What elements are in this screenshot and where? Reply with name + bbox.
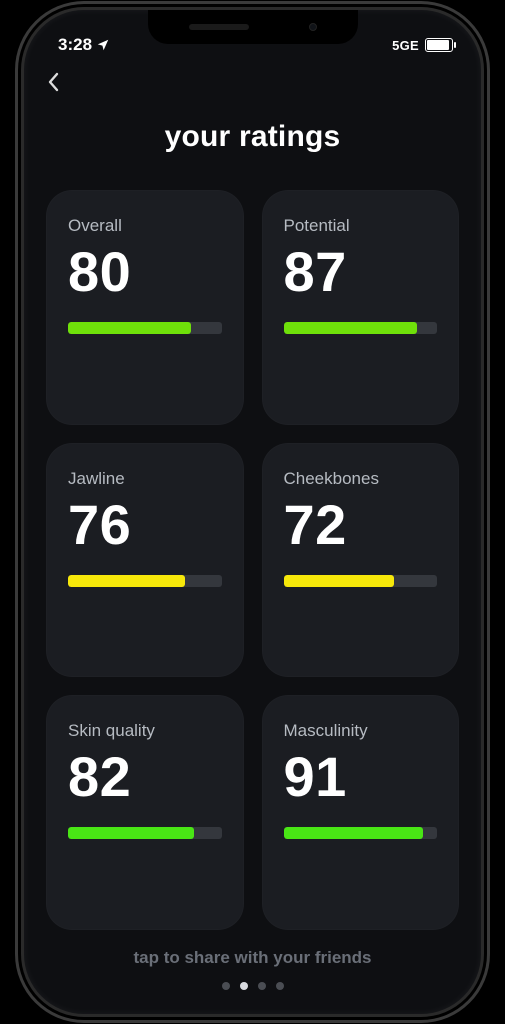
rating-label: Potential bbox=[284, 216, 438, 236]
phone-front-camera bbox=[309, 23, 317, 31]
rating-value: 82 bbox=[68, 749, 222, 805]
rating-bar-fill bbox=[284, 827, 424, 839]
rating-bar-fill bbox=[68, 827, 194, 839]
rating-value: 80 bbox=[68, 244, 222, 300]
rating-value: 72 bbox=[284, 497, 438, 553]
back-button[interactable] bbox=[46, 70, 70, 94]
page-dot[interactable] bbox=[258, 982, 266, 990]
app-screen: 3:28 5GE your ratings Overall 80 bbox=[24, 10, 481, 1014]
page-dot[interactable] bbox=[276, 982, 284, 990]
status-right: 5GE bbox=[392, 38, 453, 53]
rating-bar-fill bbox=[68, 575, 185, 587]
status-time: 3:28 bbox=[58, 35, 92, 55]
chevron-left-icon bbox=[46, 70, 60, 94]
rating-value: 91 bbox=[284, 749, 438, 805]
share-hint[interactable]: tap to share with your friends bbox=[42, 948, 463, 968]
rating-card-overall[interactable]: Overall 80 bbox=[46, 190, 244, 425]
rating-bar bbox=[68, 575, 222, 587]
page-dot[interactable] bbox=[222, 982, 230, 990]
phone-speaker bbox=[189, 24, 249, 30]
rating-label: Jawline bbox=[68, 469, 222, 489]
rating-label: Overall bbox=[68, 216, 222, 236]
nav-bar bbox=[42, 64, 463, 94]
page-indicator[interactable] bbox=[42, 982, 463, 990]
rating-card-masculinity[interactable]: Masculinity 91 bbox=[262, 695, 460, 930]
rating-value: 76 bbox=[68, 497, 222, 553]
rating-bar bbox=[284, 575, 438, 587]
rating-label: Cheekbones bbox=[284, 469, 438, 489]
location-arrow-icon bbox=[96, 38, 110, 52]
rating-bar-fill bbox=[284, 322, 418, 334]
rating-card-cheekbones[interactable]: Cheekbones 72 bbox=[262, 443, 460, 678]
rating-label: Skin quality bbox=[68, 721, 222, 741]
rating-bar-fill bbox=[68, 322, 191, 334]
ratings-grid: Overall 80 Potential 87 Jawline 76 bbox=[42, 190, 463, 930]
rating-card-jawline[interactable]: Jawline 76 bbox=[46, 443, 244, 678]
rating-value: 87 bbox=[284, 244, 438, 300]
status-left: 3:28 bbox=[58, 35, 110, 55]
rating-bar bbox=[284, 322, 438, 334]
phone-notch bbox=[148, 10, 358, 44]
page-title: your ratings bbox=[42, 120, 463, 154]
phone-frame: 3:28 5GE your ratings Overall 80 bbox=[24, 10, 481, 1014]
rating-bar-fill bbox=[284, 575, 395, 587]
rating-bar bbox=[284, 827, 438, 839]
rating-label: Masculinity bbox=[284, 721, 438, 741]
rating-card-potential[interactable]: Potential 87 bbox=[262, 190, 460, 425]
rating-bar bbox=[68, 322, 222, 334]
rating-card-skin-quality[interactable]: Skin quality 82 bbox=[46, 695, 244, 930]
battery-icon bbox=[425, 38, 453, 52]
network-indicator: 5GE bbox=[392, 38, 419, 53]
rating-bar bbox=[68, 827, 222, 839]
page-dot[interactable] bbox=[240, 982, 248, 990]
